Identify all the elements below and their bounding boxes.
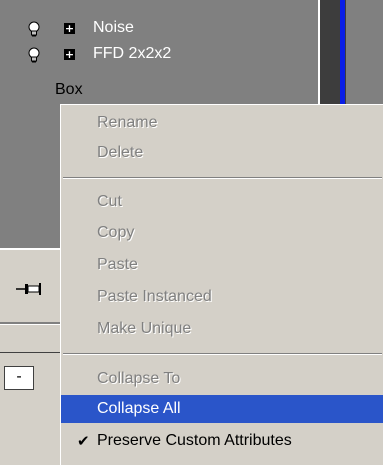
pin-icon[interactable] (16, 280, 44, 298)
menu-item-collapse-to[interactable]: Collapse To (61, 365, 383, 393)
menu-item-label: Paste Instanced (97, 288, 212, 305)
menu-item-label: Copy (97, 224, 135, 241)
menu-item-label: Collapse All (97, 400, 181, 417)
lightbulb-icon[interactable] (26, 21, 42, 37)
stack-item-label: FFD 2x2x2 (93, 45, 172, 62)
menu-item-delete[interactable]: Delete (61, 139, 383, 167)
menu-item-paste[interactable]: Paste (61, 251, 383, 279)
menu-item-label: Cut (97, 193, 122, 210)
menu-item-preserve-custom-attributes[interactable]: ✔ Preserve Custom Attributes (61, 427, 383, 455)
checkmark-icon: ✔ (77, 432, 90, 450)
menu-item-label: Make Unique (97, 320, 192, 337)
menu-item-copy[interactable]: Copy (61, 219, 383, 247)
collapse-rollout-button[interactable]: - (4, 366, 34, 390)
menu-item-collapse-all[interactable]: Collapse All (61, 395, 383, 423)
divider (0, 352, 60, 353)
stack-item-label: Noise (93, 19, 134, 36)
stack-item-label: Box (55, 81, 83, 98)
menu-item-paste-instanced[interactable]: Paste Instanced (61, 283, 383, 311)
lightbulb-icon[interactable] (26, 47, 42, 63)
menu-item-label: Collapse To (97, 370, 181, 387)
menu-separator (63, 177, 382, 179)
menu-item-label: Preserve Custom Attributes (97, 432, 292, 449)
menu-item-cut[interactable]: Cut (61, 188, 383, 216)
menu-separator (63, 353, 382, 355)
menu-item-rename[interactable]: Rename (61, 109, 383, 137)
menu-item-label: Delete (97, 144, 144, 161)
context-menu: Rename Delete Cut Copy Paste Paste Insta… (60, 104, 383, 465)
divider (0, 322, 60, 325)
menu-item-make-unique[interactable]: Make Unique (61, 315, 383, 343)
menu-item-label: Rename (97, 114, 158, 131)
expand-icon[interactable]: + (64, 49, 75, 60)
menu-item-label: Paste (97, 256, 138, 273)
expand-icon[interactable]: + (64, 23, 75, 34)
